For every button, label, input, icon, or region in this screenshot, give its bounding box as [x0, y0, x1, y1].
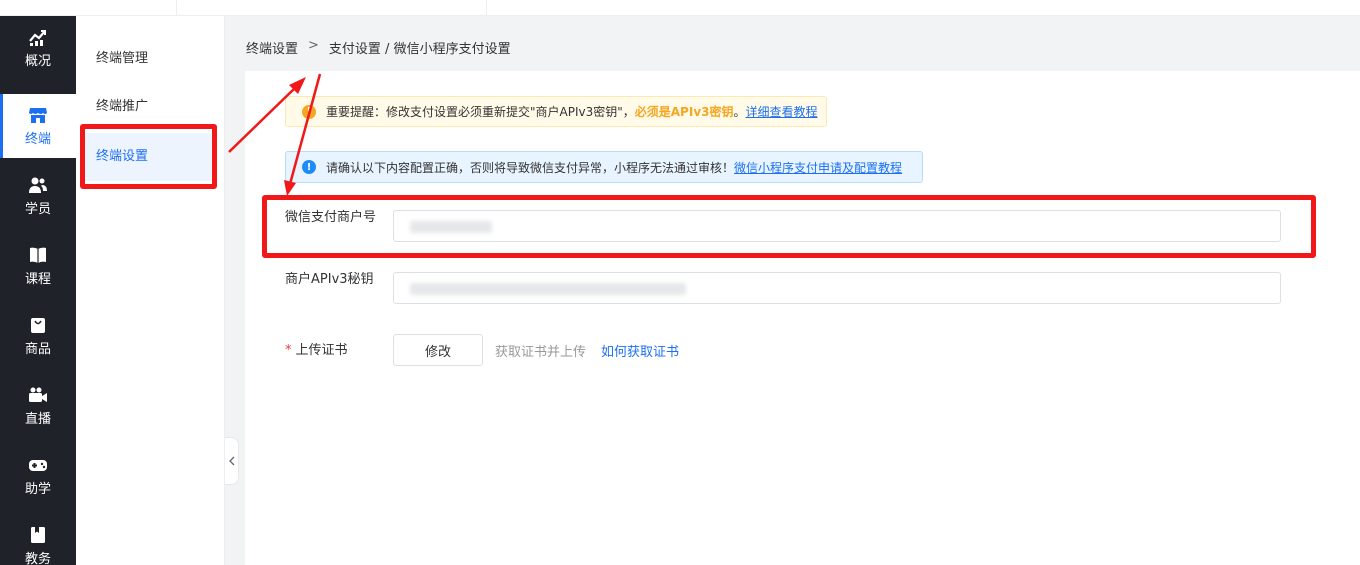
tab-divider [486, 0, 487, 16]
submenu-item-terminal-settings[interactable]: 终端设置 [84, 133, 214, 181]
tab-divider [176, 0, 177, 16]
nav-item-study-aid[interactable]: 助学 [0, 444, 76, 508]
certificate-hint: 获取证书并上传 [495, 345, 587, 360]
nav-item-live[interactable]: 直播 [0, 374, 76, 438]
nav-item-terminal[interactable]: 终端 [0, 94, 76, 158]
active-indicator [0, 94, 3, 158]
api-key-input[interactable] [393, 272, 1281, 304]
info-text: 请确认以下内容配置正确，否则将导致微信支付异常，小程序无法通过审核！ [326, 160, 735, 175]
info-icon: ! [302, 160, 316, 174]
nav-label: 助学 [24, 481, 51, 497]
nav-item-students[interactable]: 学员 [0, 164, 76, 228]
warning-text: 重要提醒：修改支付设置必须重新提交"商户APIv3密钥"， [326, 105, 635, 119]
submenu-item-terminal-management[interactable]: 终端管理 [84, 35, 214, 83]
config-tutorial-link[interactable]: 微信小程序支付申请及配置教程 [734, 159, 902, 176]
warning-suffix: 。 [733, 105, 746, 119]
merchant-id-label: 微信支付商户号 [285, 210, 377, 225]
gamepad-icon [29, 459, 47, 471]
nav-label: 终端 [24, 131, 51, 147]
redacted-value [410, 221, 492, 233]
book-icon [30, 247, 46, 263]
submenu-item-terminal-promotion[interactable]: 终端推广 [84, 83, 214, 131]
nav-label: 概况 [24, 53, 51, 69]
nav-item-products[interactable]: 商品 [0, 304, 76, 368]
modify-certificate-button[interactable]: 修改 [393, 334, 483, 366]
warning-alert: ! 重要提醒：修改支付设置必须重新提交"商户APIv3密钥"， 必须是APIv3… [285, 96, 827, 127]
video-camera-icon [29, 387, 47, 402]
nav-label: 商品 [24, 341, 51, 357]
nav-label: 学员 [24, 201, 51, 217]
nav-item-courses[interactable]: 课程 [0, 234, 76, 298]
chart-trend-icon [29, 29, 46, 46]
chevron-left-icon [228, 456, 234, 466]
redacted-value [410, 283, 686, 295]
info-alert: ! 请确认以下内容配置正确，否则将导致微信支付异常，小程序无法通过审核！ 微信小… [285, 151, 923, 183]
clipboard-icon [31, 526, 45, 543]
users-icon [29, 177, 47, 193]
nav-label: 直播 [24, 411, 51, 427]
collapse-sidebar-button[interactable] [225, 437, 239, 485]
bag-icon [31, 317, 45, 333]
get-certificate-link[interactable]: 如何获取证书 [601, 341, 679, 360]
main-nav: 概况 终端 学员 课程 商品 直播 助学 教务 [0, 16, 76, 565]
terminal-submenu: 终端管理 终端推广 终端设置 [76, 16, 225, 565]
api-key-label: 商户APIv3秘钥 [285, 272, 374, 287]
breadcrumb-separator: > [308, 38, 319, 53]
merchant-id-input[interactable] [393, 210, 1281, 242]
settings-card [245, 71, 1360, 565]
certificate-label-text: 上传证书 [295, 343, 348, 358]
warning-icon: ! [302, 104, 316, 119]
breadcrumb-current: 支付设置 / 微信小程序支付设置 [328, 42, 511, 57]
nav-label: 教务 [24, 551, 51, 565]
warning-emphasis: 必须是APIv3密钥 [634, 105, 734, 119]
storefront-icon [29, 107, 47, 123]
tutorial-link[interactable]: 详细查看教程 [746, 103, 818, 120]
breadcrumb: 终端设置 > 支付设置 / 微信小程序支付设置 [246, 38, 511, 57]
nav-label: 课程 [24, 271, 51, 287]
top-tab-strip [0, 0, 1360, 16]
nav-item-academic[interactable]: 教务 [0, 514, 76, 565]
certificate-label: * 上传证书 [285, 341, 377, 361]
nav-item-overview[interactable]: 概况 [0, 16, 76, 80]
breadcrumb-root[interactable]: 终端设置 [246, 38, 298, 57]
required-mark: * [285, 343, 292, 358]
